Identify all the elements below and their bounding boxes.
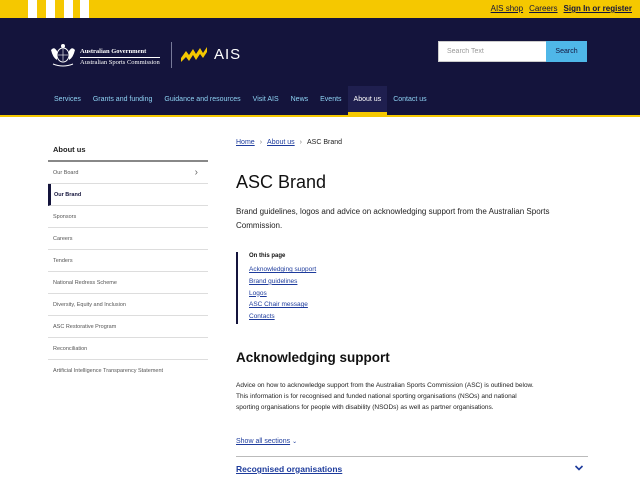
sidenav-item-ai-transparency[interactable]: Artificial Intelligence Transparency Sta… bbox=[48, 360, 208, 382]
sidenav-item-careers[interactable]: Careers bbox=[48, 228, 208, 250]
commission-name: Australian Sports Commission bbox=[80, 59, 160, 66]
main-navigation: Services Grants and funding Guidance and… bbox=[48, 86, 433, 115]
sidenav-item-sponsors[interactable]: Sponsors bbox=[48, 206, 208, 228]
sidenav-item-our-brand[interactable]: Our Brand bbox=[48, 184, 208, 206]
nav-visit-ais[interactable]: Visit AIS bbox=[247, 86, 285, 115]
breadcrumb-home[interactable]: Home bbox=[236, 139, 255, 146]
sidenav-item-diversity[interactable]: Diversity, Equity and Inclusion bbox=[48, 294, 208, 316]
sidenav-item-national-redress-scheme[interactable]: National Redress Scheme bbox=[48, 272, 208, 294]
site-header: Australian Government Australian Sports … bbox=[0, 18, 640, 115]
section-body: Advice on how to acknowledge support fro… bbox=[236, 382, 534, 411]
anchor-logos[interactable]: Logos bbox=[249, 288, 316, 300]
side-navigation: About us Our Board › Our Brand Sponsors … bbox=[48, 140, 208, 382]
ais-wave-icon bbox=[181, 47, 207, 62]
page-title: ASC Brand bbox=[236, 172, 327, 192]
anchor-contacts[interactable]: Contacts bbox=[249, 311, 316, 323]
gov-name: Australian Government bbox=[80, 47, 160, 58]
brand-stripe bbox=[64, 0, 73, 18]
sidenav-item-restorative-program[interactable]: ASC Restorative Program bbox=[48, 316, 208, 338]
chevron-right-icon: › bbox=[299, 139, 303, 146]
ais-logo[interactable]: AIS bbox=[180, 44, 241, 64]
nav-about-us[interactable]: About us bbox=[347, 86, 388, 115]
nav-guidance-and-resources[interactable]: Guidance and resources bbox=[158, 86, 246, 115]
breadcrumb-current: ASC Brand bbox=[307, 139, 343, 146]
sidenav-item-tenders[interactable]: Tenders bbox=[48, 250, 208, 272]
page-intro: Brand guidelines, logos and advice on ac… bbox=[236, 207, 550, 230]
show-all-sections-button[interactable]: Show all sections ⌄ bbox=[236, 438, 297, 445]
sidenav-item-label: Our Board bbox=[53, 170, 79, 176]
search-input[interactable] bbox=[438, 41, 546, 62]
anchor-chair-message[interactable]: ASC Chair message bbox=[249, 299, 316, 311]
site-search: Search bbox=[438, 41, 587, 62]
on-this-page-title: On this page bbox=[249, 253, 286, 259]
chevron-down-icon: ⌄ bbox=[292, 439, 298, 445]
careers-link[interactable]: Careers bbox=[529, 4, 557, 13]
accordion-label: Recognised organisations bbox=[236, 464, 343, 474]
anchor-brand-guidelines[interactable]: Brand guidelines bbox=[249, 276, 316, 288]
breadcrumb: Home › About us › ASC Brand bbox=[236, 139, 342, 146]
sidenav-title: About us bbox=[48, 140, 208, 162]
brand-stripe bbox=[46, 0, 55, 18]
anchor-acknowledging-support[interactable]: Acknowledging support bbox=[249, 264, 316, 276]
chevron-right-icon[interactable]: › bbox=[195, 162, 198, 184]
on-this-page: On this page Acknowledging support Brand… bbox=[236, 252, 316, 324]
nav-contact-us[interactable]: Contact us bbox=[387, 86, 432, 115]
sidenav-item-our-board[interactable]: Our Board › bbox=[48, 162, 208, 184]
sidenav-item-reconciliation[interactable]: Reconciliation bbox=[48, 338, 208, 360]
search-button[interactable]: Search bbox=[546, 41, 587, 62]
chevron-down-icon[interactable] bbox=[574, 463, 584, 473]
nav-events[interactable]: Events bbox=[314, 86, 347, 115]
logo-divider bbox=[171, 42, 172, 68]
show-all-label: Show all sections bbox=[236, 438, 291, 445]
australian-government-logo[interactable]: Australian Government Australian Sports … bbox=[48, 42, 160, 70]
nav-services[interactable]: Services bbox=[48, 86, 87, 115]
header-accent-line bbox=[0, 115, 640, 117]
utility-bar: AIS shop Careers Sign In or register bbox=[0, 0, 640, 18]
breadcrumb-about-us[interactable]: About us bbox=[267, 139, 295, 146]
ais-wordmark: AIS bbox=[214, 45, 242, 63]
utility-links: AIS shop Careers Sign In or register bbox=[491, 4, 632, 13]
nav-grants-and-funding[interactable]: Grants and funding bbox=[87, 86, 159, 115]
brand-stripe bbox=[80, 0, 89, 18]
brand-stripe bbox=[28, 0, 37, 18]
ais-shop-link[interactable]: AIS shop bbox=[491, 4, 523, 13]
accordion-recognised-organisations[interactable]: Recognised organisations bbox=[236, 456, 588, 480]
chevron-right-icon: › bbox=[259, 139, 263, 146]
nav-news[interactable]: News bbox=[285, 86, 315, 115]
section-title: Acknowledging support bbox=[236, 350, 390, 365]
coat-of-arms-icon bbox=[51, 44, 75, 67]
sign-in-link[interactable]: Sign In or register bbox=[564, 4, 632, 13]
